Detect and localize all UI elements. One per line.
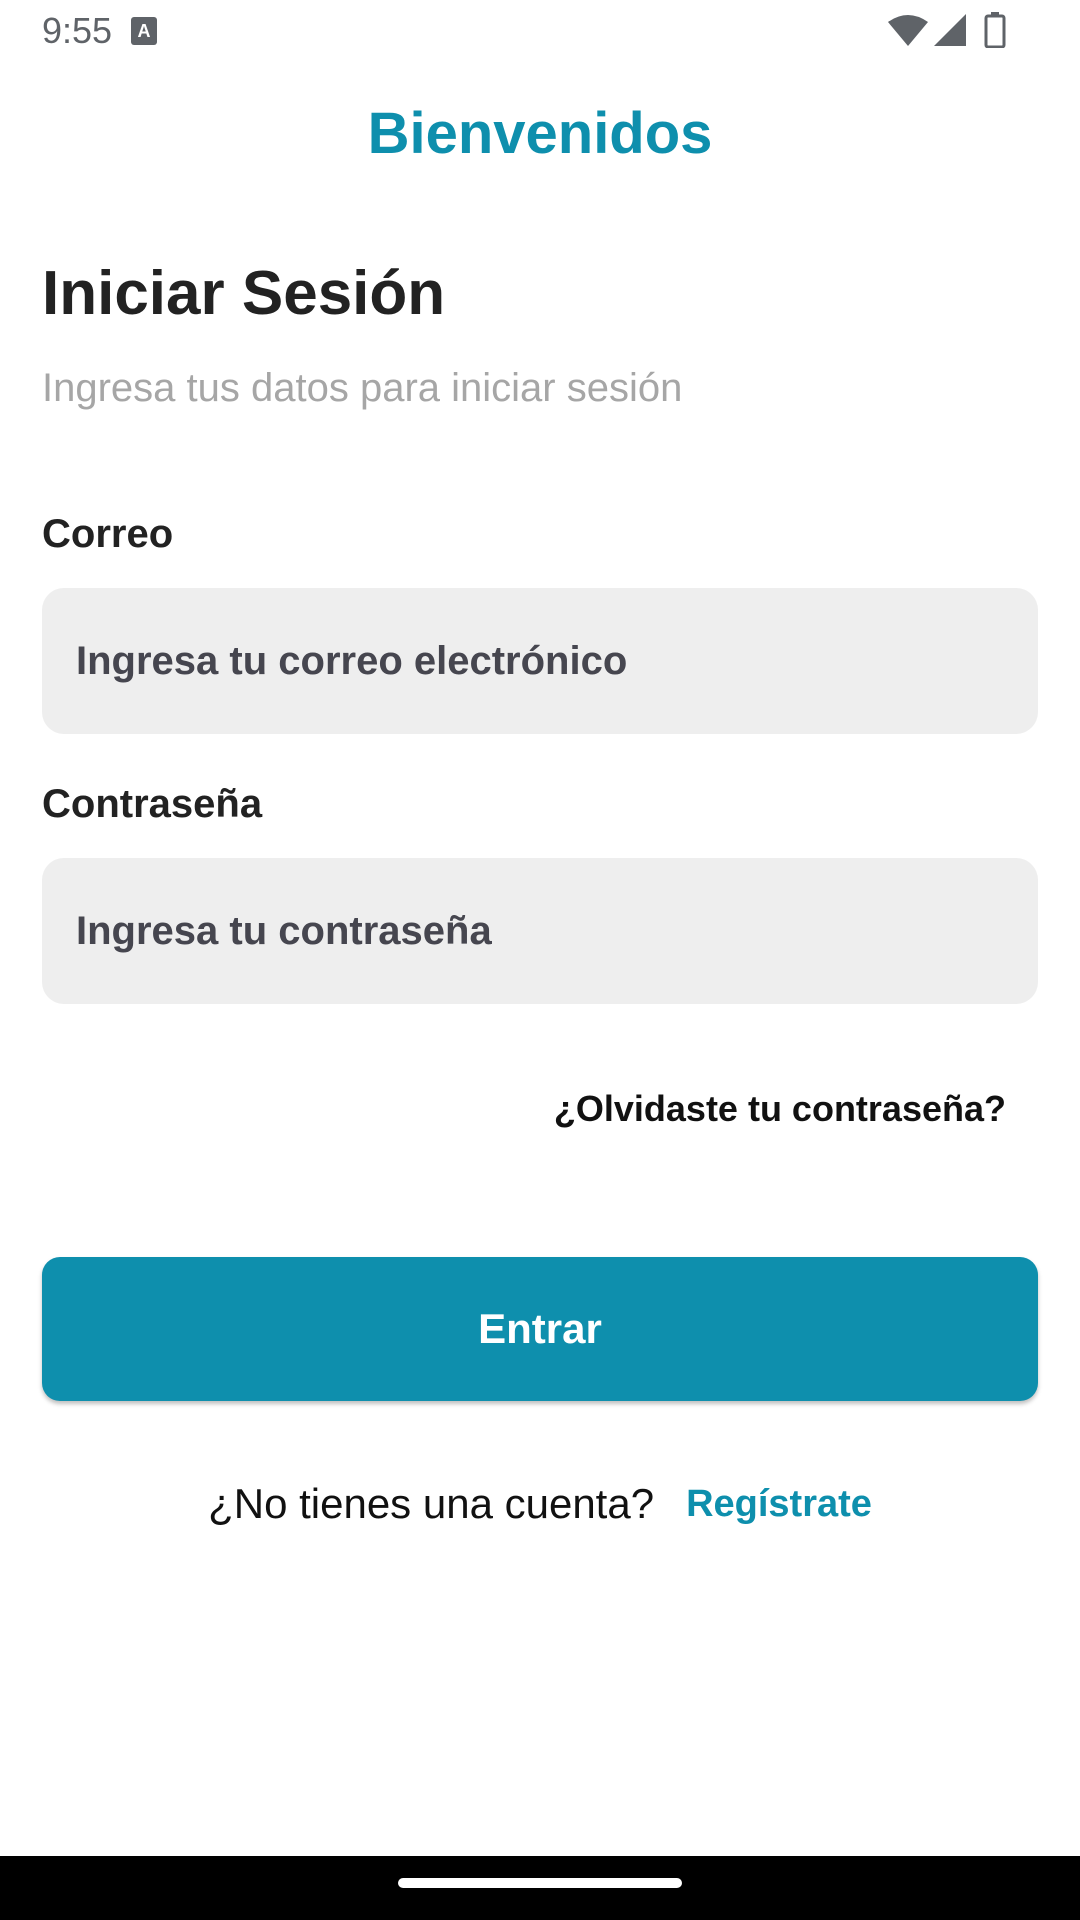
email-label: Correo — [42, 512, 174, 556]
navigation-bar — [0, 1856, 1080, 1920]
signup-link[interactable]: Regístrate — [686, 1483, 872, 1526]
signup-row: ¿No tienes una cuenta? Regístrate — [0, 1480, 1080, 1528]
password-field-container[interactable] — [42, 858, 1038, 1004]
page-subtitle: Ingresa tus datos para iniciar sesión — [42, 366, 683, 410]
email-field-container[interactable] — [42, 588, 1038, 734]
wifi-icon — [888, 15, 928, 46]
login-screen: 9:55 A Bienvenidos Iniciar Sesión Ingres… — [0, 0, 1080, 1920]
status-time: 9:55 — [42, 10, 113, 51]
home-handle[interactable] — [398, 1878, 682, 1888]
login-button[interactable]: Entrar — [42, 1257, 1038, 1401]
svg-text:A: A — [138, 21, 151, 41]
app-title: Bienvenidos — [367, 101, 713, 166]
status-bar: 9:55 A — [0, 0, 1080, 62]
email-field[interactable] — [74, 637, 1006, 685]
battery-icon — [984, 12, 1006, 48]
a-notification-icon: A — [131, 17, 157, 45]
password-label: Contraseña — [42, 782, 263, 826]
forgot-password-link[interactable]: ¿Olvidaste tu contraseña? — [554, 1088, 1006, 1130]
signup-prompt: ¿No tienes una cuenta? — [208, 1480, 655, 1527]
signal-icon — [934, 14, 966, 46]
password-field[interactable] — [74, 907, 1006, 955]
page-heading: Iniciar Sesión — [42, 259, 446, 328]
